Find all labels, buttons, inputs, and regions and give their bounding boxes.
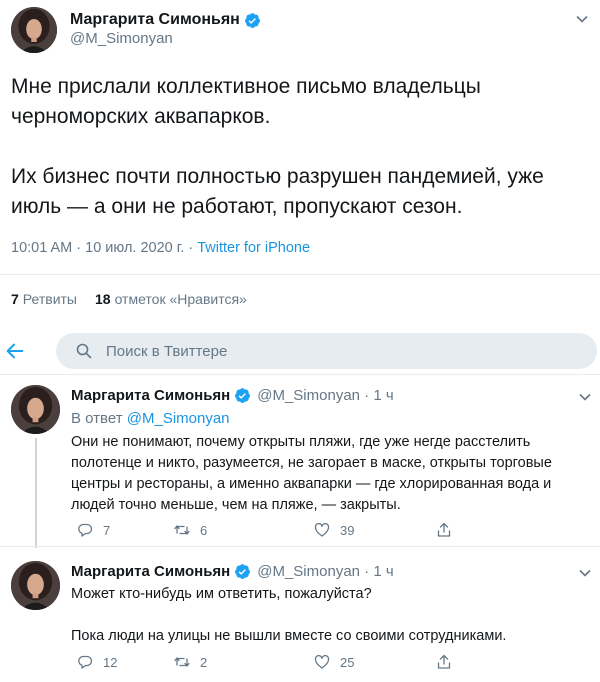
avatar-image [11,561,60,610]
tweet-text: Мне прислали коллективное письмо владель… [11,72,591,222]
avatar[interactable] [11,561,60,610]
share-icon [437,654,451,669]
chevron-down-icon[interactable] [578,390,592,404]
author-name[interactable]: Маргарита Симоньян [70,11,240,29]
author-name[interactable]: Маргарита Симоньян [71,563,230,580]
like-count: 39 [340,522,355,538]
author-name-row: Маргарита Симоньян [70,11,261,29]
reply-icon [78,523,93,537]
retweet-icon [174,525,190,535]
like-button[interactable]: 39 [314,522,436,538]
search-field[interactable] [56,333,597,369]
reply-to-prefix: В ответ [71,410,127,427]
search-icon [76,343,92,359]
tweet-text: Может кто-нибудь им ответить, пожалуйста… [71,584,591,647]
action-bar: 7 6 39 [77,522,462,538]
retweet-button[interactable]: 2 [174,654,314,670]
tweet-paragraph: Пока люди на улицы не вышли вместе со св… [71,628,507,644]
reply-icon [78,655,93,669]
verified-badge-icon [234,387,251,404]
tweet-paragraph: Мне прислали коллективное письмо владель… [11,75,481,128]
like-icon [314,522,330,537]
avatar-image [11,385,60,434]
retweets-stat[interactable]: 7 Ретвиты [11,291,77,307]
reply-tweet[interactable]: Маргарита Симоньян @M_Simonyan · 1 ч Мож… [0,547,600,682]
author-handle[interactable]: @M_Simonyan [70,30,173,47]
tweet-paragraph: Может кто-нибудь им ответить, пожалуйста… [71,586,372,602]
tweet-paragraph: Их бизнес почти полностью разрушен панде… [11,165,544,218]
likes-count: 18 [95,291,111,307]
tweet-paragraph: Они не понимают, почему открыты пляжи, г… [71,434,552,513]
reply-button[interactable]: 12 [77,654,174,670]
retweet-count: 6 [200,522,208,538]
search-input[interactable] [106,342,546,360]
author-name[interactable]: Маргарита Симоньян [71,387,230,404]
reply-count: 7 [103,522,111,538]
verified-badge-icon [244,12,261,29]
timestamp[interactable]: 10:01 AM · 10 июл. 2020 г. · [11,240,197,256]
action-bar: 12 2 25 [77,654,462,670]
chevron-down-icon[interactable] [575,12,589,26]
source-link[interactable]: Twitter for iPhone [197,240,310,256]
retweet-count: 2 [200,654,208,670]
tweet-stats: 7 Ретвиты 18 отметок «Нравится» [11,291,247,307]
reply-count: 12 [103,654,118,670]
retweets-count: 7 [11,291,19,307]
back-arrow-icon[interactable] [4,340,26,362]
reply-button[interactable]: 7 [77,522,174,538]
handle-and-time[interactable]: @M_Simonyan · 1 ч [257,563,393,580]
retweet-button[interactable]: 6 [174,522,314,538]
share-icon [437,522,451,537]
retweet-icon [174,657,190,667]
like-count: 25 [340,654,355,670]
share-button[interactable] [436,654,462,670]
like-button[interactable]: 25 [314,654,436,670]
reply-tweet[interactable]: Маргарита Симоньян @M_Simonyan · 1 ч В о… [0,375,600,548]
avatar[interactable] [11,7,57,53]
avatar-image [11,7,57,53]
thread-line [35,438,37,548]
reply-to: В ответ @M_Simonyan [71,410,230,427]
share-button[interactable] [436,522,462,538]
handle-and-time[interactable]: @M_Simonyan · 1 ч [257,387,393,404]
main-tweet: Маргарита Симоньян @M_Simonyan Мне присл… [0,0,600,327]
chevron-down-icon[interactable] [578,566,592,580]
like-icon [314,654,330,669]
retweets-label: Ретвиты [22,291,77,307]
reply-to-handle[interactable]: @M_Simonyan [127,410,230,427]
tweet-text: Они не понимают, почему открыты пляжи, г… [71,432,591,516]
likes-stat[interactable]: 18 отметок «Нравится» [95,291,247,307]
likes-label: отметок «Нравится» [114,291,247,307]
avatar[interactable] [11,385,60,434]
divider [0,274,600,275]
tweet-meta: 10:01 AM · 10 июл. 2020 г. · Twitter for… [11,240,310,256]
author-name-row: Маргарита Симоньян @M_Simonyan · 1 ч [71,563,394,580]
verified-badge-icon [234,563,251,580]
author-name-row: Маргарита Симоньян @M_Simonyan · 1 ч [71,387,394,404]
